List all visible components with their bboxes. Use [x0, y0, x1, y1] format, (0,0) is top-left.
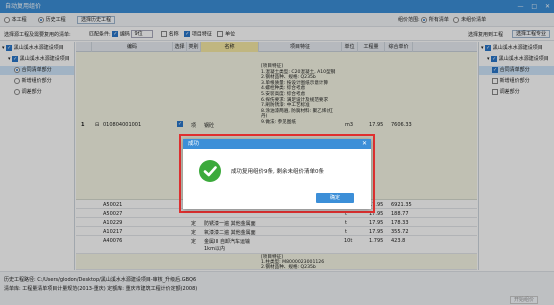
- dialog-close-icon[interactable]: ✕: [362, 139, 367, 149]
- check-circle-icon: [199, 160, 221, 182]
- success-dialog: 成功 ✕ 成功复用组价9条, 剩余未组价清单0条 确定: [183, 139, 371, 209]
- ok-button[interactable]: 确定: [316, 193, 354, 203]
- dialog-message: 成功复用组价9条, 剩余未组价清单0条: [231, 169, 324, 175]
- dialog-title: 成功: [183, 139, 371, 149]
